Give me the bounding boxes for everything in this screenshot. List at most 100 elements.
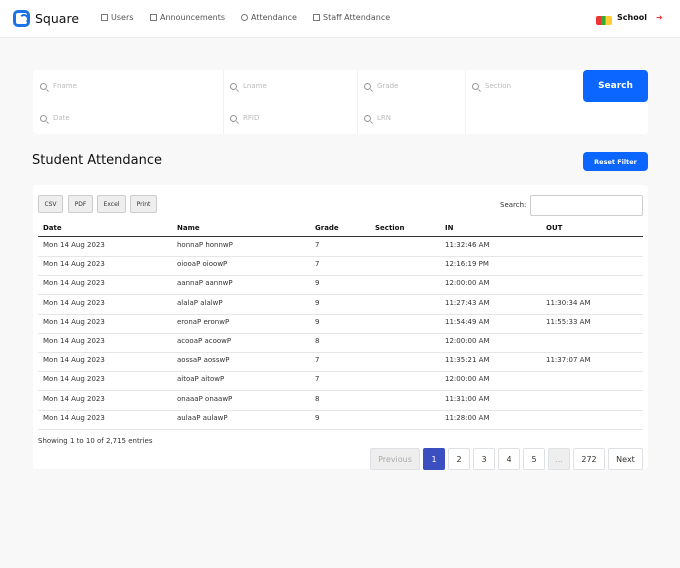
nav-item-staff-attendance[interactable]: Staff Attendance [313, 13, 390, 22]
nav-item-users[interactable]: Users [101, 13, 133, 22]
logout-icon[interactable]: ➜ [656, 14, 664, 22]
col-header-section[interactable]: Section [375, 224, 404, 232]
clock-icon [241, 14, 248, 21]
page-4-button[interactable]: 4 [498, 448, 520, 470]
row-divider [38, 294, 643, 296]
date-input[interactable]: Date [33, 102, 223, 134]
cell-out: 11:37:07 AM [546, 356, 591, 365]
search-icon [472, 82, 479, 90]
cell-grade: 7 [315, 241, 320, 249]
page-1-button[interactable]: 1 [423, 448, 445, 470]
lrn-input[interactable]: LRN [357, 102, 465, 134]
cell-name: oiooaP oioowP [177, 260, 228, 269]
grid-icon [101, 14, 108, 21]
cell-date: Mon 14 Aug 2023 [43, 375, 105, 384]
top-navbar: Square Users Announcements Attendance St… [0, 0, 680, 38]
cell-in: 11:28:00 AM [445, 413, 490, 422]
cell-name: acooaP acoowP [177, 337, 232, 345]
brand-name[interactable]: Square [35, 11, 79, 26]
search-icon [40, 114, 47, 122]
table-search-input[interactable] [530, 195, 643, 216]
cell-out: 11:30:34 AM [546, 298, 591, 307]
rfid-input[interactable]: RFID [223, 102, 357, 134]
calendar-icon [150, 14, 157, 21]
section-input[interactable]: Section [465, 70, 583, 102]
cell-name: onaaaP onaawP [177, 394, 233, 403]
cell-name: eronaP eronwP [177, 317, 230, 326]
pdf-button[interactable]: PDF [68, 195, 93, 213]
row-divider [38, 256, 643, 257]
cell-date: Mon 14 Aug 2023 [43, 241, 105, 249]
nav-label: Staff Attendance [323, 13, 391, 22]
cell-name: aossaP aosswP [177, 356, 230, 365]
page-3-button[interactable]: 3 [473, 448, 495, 470]
page-5-button[interactable]: 5 [523, 448, 545, 470]
cell-date: Mon 14 Aug 2023 [43, 356, 105, 365]
cell-in: 12:00:00 AM [445, 375, 490, 384]
lrn-placeholder: LRN [377, 114, 391, 122]
fname-placeholder: Fname [53, 82, 77, 90]
cell-out: 11:55:33 AM [546, 317, 591, 326]
nav-label: Announcements [160, 13, 226, 22]
search-icon [230, 114, 237, 122]
grade-placeholder: Grade [377, 82, 399, 90]
date-placeholder: Date [53, 114, 70, 122]
cell-in: 12:00:00 AM [445, 337, 490, 345]
cell-name: aitoaP aitowP [177, 375, 225, 384]
square-logo-icon[interactable] [13, 10, 30, 27]
cell-grade: 8 [315, 394, 320, 403]
col-header-date[interactable]: Date [43, 224, 62, 232]
cell-in: 11:54:49 AM [445, 317, 490, 326]
cell-grade: 9 [315, 279, 320, 288]
cell-date: Mon 14 Aug 2023 [43, 394, 105, 403]
cell-date: Mon 14 Aug 2023 [43, 317, 105, 326]
header-divider [38, 236, 643, 237]
check-square-icon [313, 14, 320, 21]
cell-grade: 8 [315, 337, 320, 345]
row-divider [38, 352, 643, 353]
row-divider [38, 313, 643, 315]
print-button[interactable]: Print [130, 195, 157, 213]
page-272-button[interactable]: 272 [573, 448, 605, 470]
search-icon [230, 82, 237, 90]
csv-button[interactable]: CSV [38, 195, 63, 213]
row-divider [38, 409, 643, 411]
col-header-in[interactable]: IN [445, 224, 453, 232]
grade-input[interactable]: Grade [357, 70, 465, 102]
page-title: Student Attendance [32, 153, 163, 168]
cell-grade: 7 [315, 375, 320, 384]
cell-name: honnaP honnwP [177, 241, 233, 249]
row-divider [38, 390, 643, 392]
row-divider [38, 371, 643, 373]
nav-label: Users [111, 13, 134, 22]
excel-button[interactable]: Excel [97, 195, 126, 213]
cell-date: Mon 14 Aug 2023 [43, 279, 105, 288]
cell-in: 11:31:00 AM [445, 394, 490, 403]
school-name[interactable]: School [617, 13, 647, 22]
nav-item-announcements[interactable]: Announcements [150, 13, 225, 22]
row-divider [38, 332, 643, 334]
search-icon [364, 82, 371, 90]
cell-in: 12:16:19 PM [445, 260, 489, 269]
col-header-name[interactable]: Name [177, 224, 200, 232]
row-divider [38, 275, 643, 277]
cell-grade: 7 [315, 356, 320, 365]
cell-in: 11:27:43 AM [445, 298, 490, 307]
cell-date: Mon 14 Aug 2023 [43, 298, 105, 307]
col-header-out[interactable]: OUT [546, 224, 562, 232]
lname-placeholder: Lname [243, 82, 267, 90]
cell-grade: 9 [315, 317, 320, 326]
search-button[interactable]: Search [583, 70, 648, 102]
previous-button[interactable]: Previous [370, 448, 420, 470]
fname-input[interactable]: Fname [33, 70, 223, 102]
col-header-grade[interactable]: Grade [315, 224, 339, 232]
next-button[interactable]: Next [608, 448, 643, 470]
cell-grade: 7 [315, 260, 320, 269]
nav-item-attendance[interactable]: Attendance [241, 13, 297, 22]
lname-input[interactable]: Lname [223, 70, 357, 102]
cell-in: 12:00:00 AM [445, 279, 490, 288]
row-divider [38, 428, 643, 430]
cell-name: alalaP alalwP [177, 298, 223, 307]
reset-filter-button[interactable]: Reset Filter [583, 152, 648, 171]
page-2-button[interactable]: 2 [448, 448, 470, 470]
